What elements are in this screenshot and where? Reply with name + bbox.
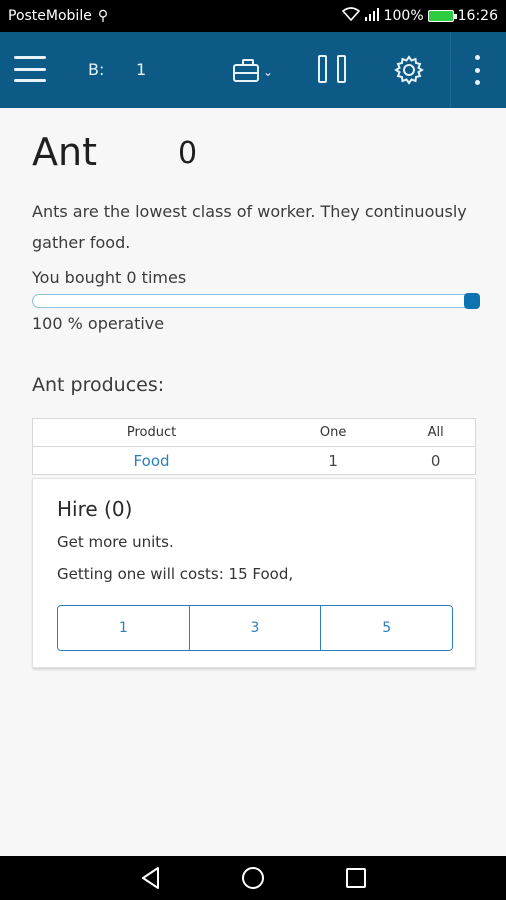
app-bar: B: 1 ⌄ — [0, 32, 506, 108]
produces-heading: Ant produces: — [32, 374, 165, 396]
wifi-icon — [341, 7, 360, 25]
hire-cost-text: Getting one will costs: 15 Food, — [57, 565, 294, 583]
app-bar-divider — [450, 32, 451, 108]
briefcase-icon — [233, 59, 259, 82]
unit-count: 0 — [178, 136, 198, 171]
status-bar: PosteMobile ⚲ 100% 16:26 — [0, 0, 506, 32]
unit-description: Ants are the lowest class of worker. The… — [32, 202, 467, 252]
battery-icon — [427, 10, 457, 22]
b-label: B: — [88, 60, 105, 79]
slider-thumb[interactable] — [464, 293, 480, 309]
column-header-product: Product — [32, 418, 271, 447]
produce-all-value: 0 — [430, 451, 441, 470]
column-header-one: One — [270, 418, 397, 447]
operative-slider[interactable] — [32, 293, 480, 309]
more-options-icon[interactable] — [472, 55, 482, 85]
back-icon[interactable] — [140, 866, 162, 894]
home-icon[interactable] — [242, 867, 264, 889]
produce-one-value: 1 — [328, 451, 338, 470]
operative-text: 100 % operative — [32, 314, 165, 333]
usb-icon: ⚲ — [97, 8, 109, 24]
gear-icon[interactable] — [393, 54, 425, 86]
hire-1-button[interactable]: 1 — [58, 606, 189, 650]
production-table: Product One All Food 1 0 — [32, 418, 476, 475]
menu-icon[interactable] — [14, 56, 46, 82]
hire-amount-buttons: 1 3 5 — [57, 605, 453, 651]
bought-count-text: You bought 0 times — [32, 268, 187, 287]
system-nav-bar — [0, 856, 506, 900]
hire-title: Hire (0) — [57, 497, 133, 521]
hire-3-button[interactable]: 3 — [188, 606, 321, 650]
clock: 16:26 — [457, 8, 498, 24]
pause-icon[interactable] — [318, 55, 346, 83]
hire-subtitle: Get more units. — [57, 533, 174, 551]
table-row: Food 1 0 — [33, 447, 476, 475]
battery-percent: 100% — [383, 8, 424, 24]
chevron-down-icon: ⌄ — [263, 65, 274, 79]
hire-5-button[interactable]: 5 — [320, 606, 452, 650]
column-header-all: All — [396, 418, 476, 447]
hire-card: Hire (0) Get more units. Getting one wil… — [32, 478, 476, 668]
b-value: 1 — [136, 60, 147, 79]
product-link-food[interactable]: Food — [33, 447, 271, 475]
carrier-label: PosteMobile — [8, 8, 92, 24]
unit-title: Ant — [32, 130, 97, 174]
recent-apps-icon[interactable] — [346, 868, 366, 888]
briefcase-dropdown[interactable]: ⌄ — [233, 58, 273, 82]
signal-icon — [364, 7, 380, 25]
